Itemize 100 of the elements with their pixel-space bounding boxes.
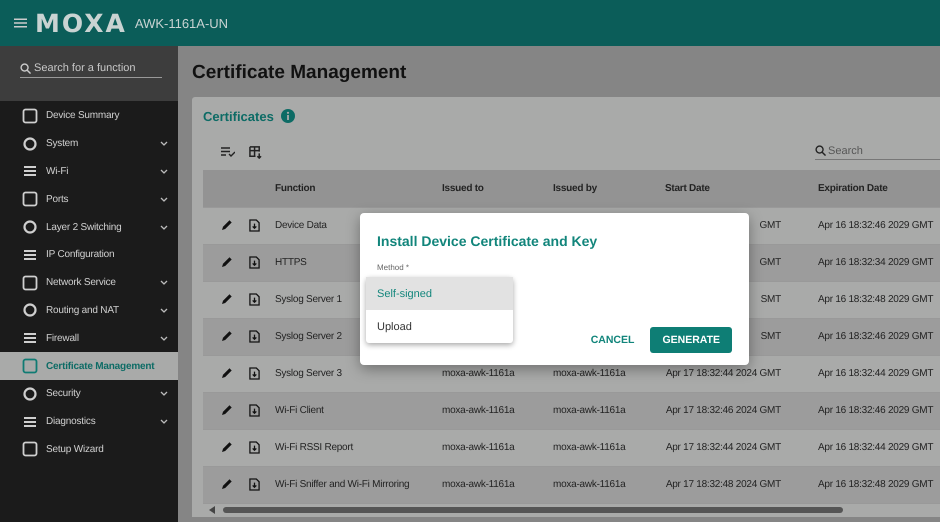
chevron-down-icon (160, 224, 168, 230)
table-cell: GMT (760, 257, 781, 268)
list-check-icon[interactable] (221, 147, 235, 158)
table-cell: moxa-awk-1161a (553, 405, 626, 416)
scrollbar-thumb[interactable] (223, 507, 843, 514)
nav-item-icon (22, 302, 38, 318)
nav-item[interactable]: Ports (0, 185, 178, 214)
search-field[interactable]: Search for a function (34, 62, 159, 74)
nav-item[interactable]: Wi-Fi (0, 158, 178, 186)
column-header[interactable]: Issued to (442, 182, 553, 194)
chevron-down-icon (160, 168, 168, 174)
pencil-icon[interactable] (221, 330, 233, 342)
file-download-icon[interactable] (249, 478, 260, 492)
info-icon[interactable] (280, 109, 295, 124)
table-cell: Syslog Server 2 (275, 331, 342, 342)
logo: MOXA (35, 8, 127, 38)
chevron-down-icon (160, 391, 168, 396)
table-cell: Apr 16 18:32:46 2029 GMT (818, 331, 934, 342)
table-cell: SMT (760, 294, 781, 306)
pencil-icon[interactable] (221, 441, 233, 454)
pencil-icon[interactable] (221, 219, 233, 232)
nav-item-icon (22, 274, 38, 291)
file-download-icon[interactable] (249, 256, 260, 270)
menu-icon[interactable] (14, 18, 27, 28)
file-download-icon[interactable] (249, 367, 260, 380)
table-cell: moxa-awk-1161a (553, 479, 626, 490)
table-cell: GMT (760, 220, 781, 232)
chevron-down-icon (160, 141, 168, 146)
nav-item[interactable]: Network Service (0, 268, 178, 297)
file-download-icon[interactable] (249, 219, 260, 232)
device-model: AWK-1161A-UN (134, 16, 228, 30)
table-cell: Apr 16 18:32:44 2029 GMT (818, 442, 934, 454)
nav-item[interactable]: Setup Wizard (0, 436, 178, 464)
nav-item-icon (22, 441, 38, 458)
field-label: Method * (377, 263, 410, 272)
nav-item[interactable]: Routing and NAT (0, 296, 178, 324)
table-cell: Wi-Fi Sniffer and Wi-Fi Mirroring (275, 479, 410, 490)
table-cell: Syslog Server 1 (275, 294, 342, 306)
nav-item-icon (22, 108, 38, 124)
file-download-icon[interactable] (249, 404, 260, 418)
scroll-left-icon[interactable] (209, 506, 215, 514)
pencil-icon[interactable] (221, 256, 233, 268)
nav-item-icon (22, 386, 38, 402)
card-title: Certificates (203, 108, 274, 124)
column-header[interactable]: Issued by (553, 182, 665, 194)
table-cell: Apr 17 18:32:44 2024 GMT (666, 368, 781, 380)
file-download-icon[interactable] (249, 330, 260, 344)
table-cell: Wi-Fi Client (275, 405, 324, 416)
generate-button[interactable]: GENERATE (650, 327, 732, 353)
search-field[interactable]: Search (828, 144, 928, 157)
table-cell: Apr 17 18:32:44 2024 GMT (666, 442, 781, 454)
nav-item-icon (22, 136, 38, 152)
nav-item-icon (22, 219, 38, 236)
table-cell: moxa-awk-1161a (442, 368, 514, 380)
table-cell: Apr 17 18:32:46 2024 GMT (666, 405, 781, 416)
menu-option[interactable]: Upload (366, 310, 513, 343)
table-cell: Apr 16 18:32:48 2029 GMT (818, 294, 934, 306)
file-download-icon[interactable] (249, 441, 260, 454)
table-cell: Syslog Server 3 (275, 368, 342, 380)
table-cell: Apr 16 18:32:34 2029 GMT (818, 257, 934, 268)
table-export-icon[interactable] (249, 146, 262, 159)
page-title: Certificate Management (192, 62, 408, 84)
pencil-icon[interactable] (221, 367, 233, 380)
table-cell: moxa-awk-1161a (442, 442, 514, 454)
search-icon (815, 145, 826, 156)
chevron-down-icon (160, 336, 168, 341)
table-cell: moxa-awk-1161a (553, 368, 626, 380)
nav-item-icon (22, 358, 38, 374)
nav-item[interactable]: Firewall (0, 324, 178, 352)
nav-item[interactable]: System (0, 130, 178, 158)
table-cell: Device Data (275, 220, 327, 232)
table-cell: HTTPS (275, 257, 307, 268)
file-download-icon[interactable] (249, 293, 260, 306)
nav-item-icon (22, 191, 38, 208)
column-header[interactable]: Start Date (665, 182, 818, 194)
pencil-icon[interactable] (221, 478, 233, 490)
table-cell: SMT (760, 331, 781, 342)
search-icon (20, 62, 31, 74)
nav-item[interactable]: Layer 2 Switching (0, 213, 178, 241)
nav-item[interactable]: IP Configuration (0, 240, 178, 269)
table-cell: Apr 17 18:32:48 2024 GMT (666, 479, 781, 490)
table-cell: Wi-Fi RSSI Report (275, 442, 353, 454)
dialog-title: Install Device Certificate and Key (377, 233, 598, 249)
pencil-icon[interactable] (221, 293, 233, 306)
table-cell: moxa-awk-1161a (442, 479, 514, 490)
table-cell: Apr 16 18:32:44 2029 GMT (818, 368, 934, 380)
table-cell: moxa-awk-1161a (553, 442, 626, 454)
chevron-down-icon (160, 419, 168, 424)
table-cell: Apr 16 18:32:46 2029 GMT (818, 220, 934, 232)
pencil-icon[interactable] (221, 404, 233, 416)
cancel-button[interactable]: CANCEL (588, 330, 636, 350)
nav-item[interactable]: Device Summary (0, 102, 178, 130)
chevron-down-icon (160, 308, 168, 313)
column-header[interactable]: Expiration Date (818, 182, 940, 194)
nav-item[interactable]: Diagnostics (0, 408, 178, 436)
chevron-down-icon (160, 280, 168, 286)
column-header[interactable]: Function (275, 182, 442, 194)
table-cell: Apr 16 18:32:48 2029 GMT (818, 479, 934, 490)
nav-item[interactable]: Security (0, 380, 178, 408)
chevron-down-icon (160, 196, 168, 202)
